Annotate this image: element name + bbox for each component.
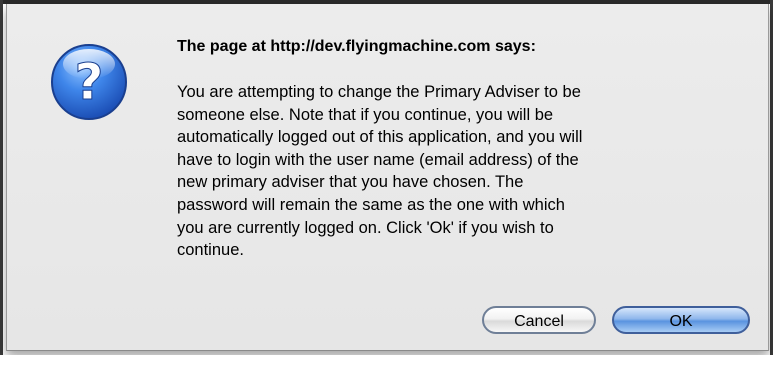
question-mark-icon: ? (51, 44, 127, 120)
cancel-button[interactable]: Cancel (482, 306, 596, 334)
alert-dialog: ? The page at http://dev.flyingmachine.c… (6, 4, 769, 351)
message-line: new primary adviser that you have chosen… (177, 173, 524, 192)
dialog-heading: The page at http://dev.flyingmachine.com… (177, 38, 536, 55)
page-left-edge (0, 0, 3, 370)
message-line: someone else. Note that if you continue,… (177, 105, 554, 124)
message-line: you are currently logged on. Click 'Ok' … (177, 218, 554, 237)
message-line: automatically logged out of this applica… (177, 128, 583, 147)
svg-text:?: ? (74, 53, 103, 111)
page-background-strip (0, 355, 773, 370)
message-line: have to login with the user name (email … (177, 150, 579, 169)
dialog-message: You are attempting to change the Primary… (177, 81, 757, 262)
message-line: You are attempting to change the Primary… (177, 83, 581, 101)
ok-button[interactable]: OK (612, 306, 750, 334)
message-line: password will remain the same as the one… (177, 195, 565, 214)
message-line: continue. (177, 241, 244, 260)
